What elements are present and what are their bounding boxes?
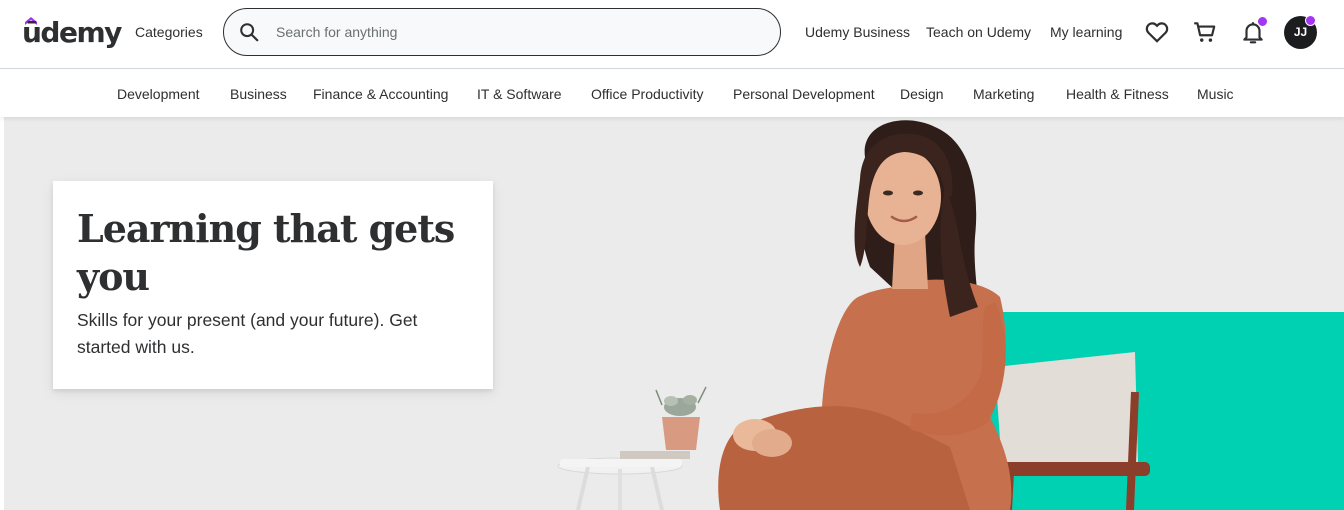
category-it-software[interactable]: IT & Software [477, 86, 562, 102]
hero-title: Learning that gets you [77, 206, 455, 299]
hero-left-edge [0, 117, 4, 510]
search-bar[interactable] [223, 8, 781, 56]
teach-on-udemy-link[interactable]: Teach on Udemy [926, 24, 1031, 40]
udemy-logo[interactable]: ūdemy [22, 14, 122, 50]
cart-icon[interactable] [1192, 19, 1218, 45]
category-marketing[interactable]: Marketing [973, 86, 1034, 102]
top-header: ūdemy Categories Udemy Business Teach on… [0, 0, 1344, 69]
logo-text: ūdemy [22, 16, 122, 49]
category-health-fitness[interactable]: Health & Fitness [1066, 86, 1169, 102]
my-learning-link[interactable]: My learning [1050, 24, 1122, 40]
hero-banner: Learning that gets you Skills for your p… [0, 117, 1344, 510]
hero-card: Learning that gets you Skills for your p… [53, 181, 493, 389]
category-music[interactable]: Music [1197, 86, 1234, 102]
category-development[interactable]: Development [117, 86, 200, 102]
notification-dot [1257, 16, 1268, 27]
category-business[interactable]: Business [230, 86, 287, 102]
avatar-notification-dot [1305, 15, 1316, 26]
category-office-productivity[interactable]: Office Productivity [591, 86, 704, 102]
category-finance-accounting[interactable]: Finance & Accounting [313, 86, 448, 102]
category-design[interactable]: Design [900, 86, 944, 102]
hero-subtitle: Skills for your present (and your future… [77, 310, 418, 357]
search-input[interactable] [276, 10, 766, 54]
category-personal-development[interactable]: Personal Development [733, 86, 875, 102]
category-bar: Development Business Finance & Accountin… [0, 69, 1344, 117]
hero-photo-woman-seated [557, 120, 1150, 510]
udemy-business-link[interactable]: Udemy Business [805, 24, 910, 40]
categories-menu[interactable]: Categories [135, 24, 203, 40]
search-icon[interactable] [238, 21, 260, 43]
heart-icon[interactable] [1144, 19, 1170, 45]
